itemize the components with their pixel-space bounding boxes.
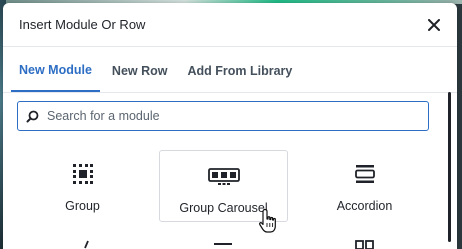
module-tile-group[interactable]: Group (18, 147, 147, 219)
tab-add-from-library[interactable]: Add From Library (179, 50, 300, 92)
accordion-icon (354, 163, 375, 185)
group-carousel-icon (207, 166, 240, 188)
scrollbar[interactable] (448, 92, 451, 242)
close-button[interactable] (424, 15, 444, 35)
modal-title: Insert Module Or Row (19, 17, 146, 32)
tab-new-row[interactable]: New Row (104, 50, 176, 92)
modal-header: Insert Module Or Row (3, 3, 457, 47)
partial-module-icon (355, 240, 374, 249)
search-input[interactable] (47, 109, 417, 123)
search-icon (26, 110, 39, 122)
search-field[interactable] (17, 101, 429, 131)
module-tile-accordion[interactable]: Accordion (300, 147, 429, 219)
close-icon (428, 18, 440, 31)
module-label: Group Carousel (179, 201, 268, 215)
partial-module-icon (84, 240, 89, 249)
tab-new-module[interactable]: New Module (11, 49, 100, 92)
hand-cursor-icon (259, 208, 276, 233)
module-label: Accordion (336, 199, 393, 213)
module-label: Group (65, 199, 100, 213)
tab-bar: New Module New Row Add From Library (3, 47, 457, 93)
group-icon (72, 163, 94, 185)
partial-module-icon (214, 243, 232, 245)
